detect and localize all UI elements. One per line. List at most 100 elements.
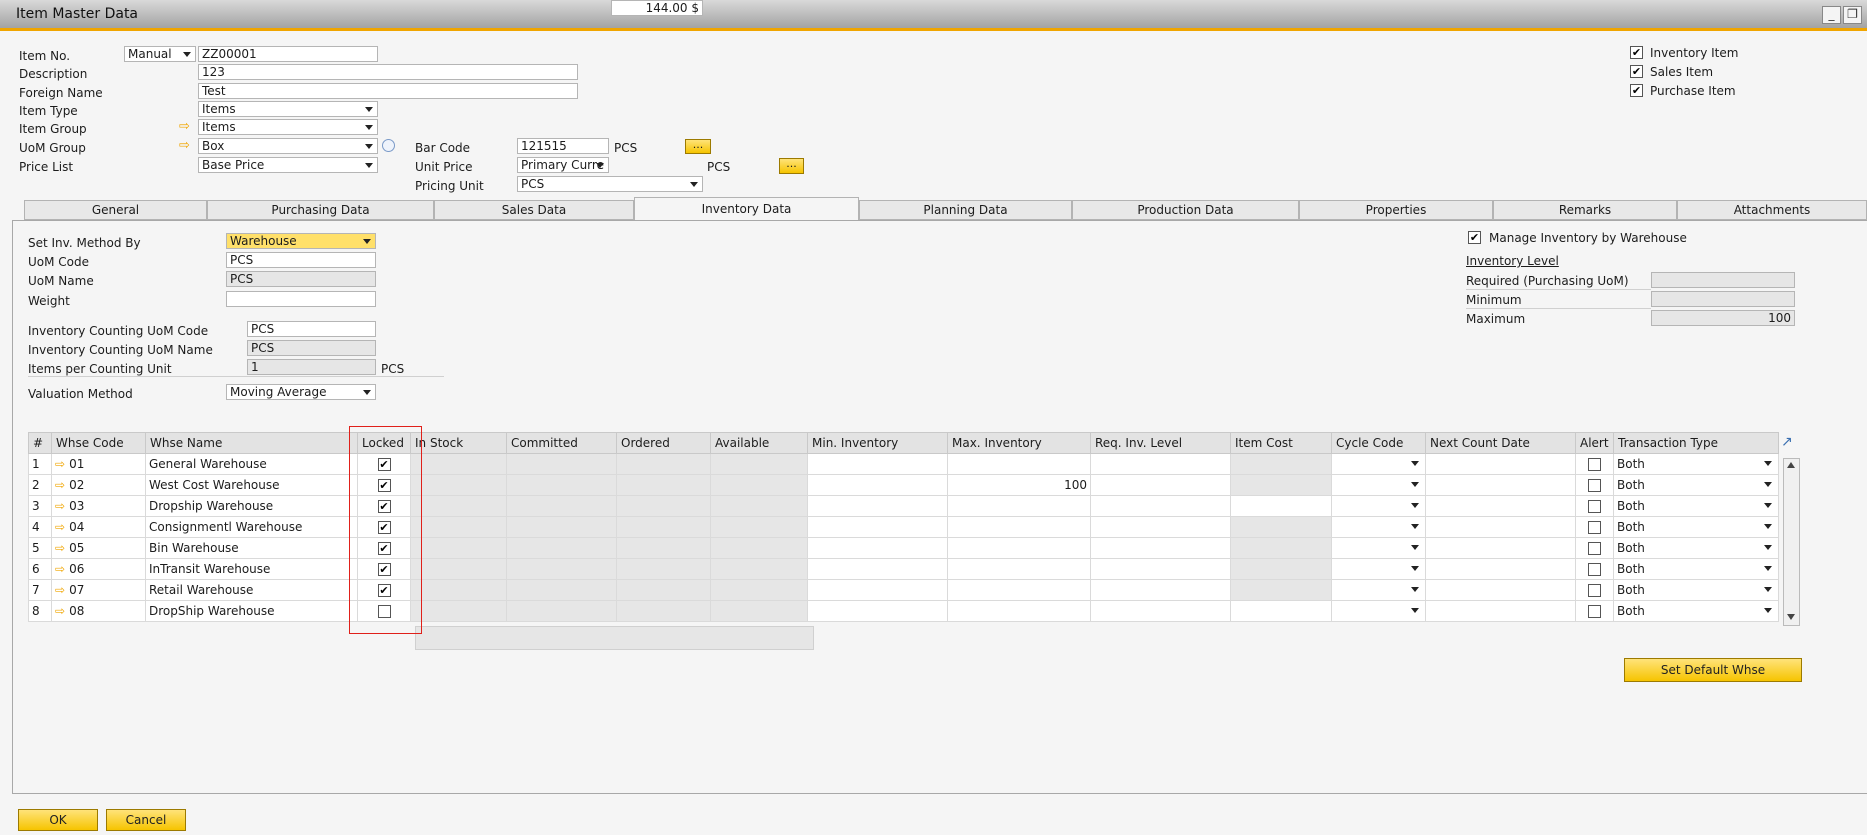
bar-code-ellipsis-button[interactable]: ... bbox=[685, 139, 711, 154]
link-arrow-icon[interactable]: ⇨ bbox=[55, 562, 65, 576]
valuation-dropdown[interactable]: Moving Average bbox=[226, 384, 376, 400]
alert-checkbox[interactable] bbox=[1588, 583, 1601, 597]
next-count-date-cell[interactable] bbox=[1425, 495, 1576, 517]
col-header-req-inv-level[interactable]: Req. Inv. Level bbox=[1090, 432, 1231, 454]
col-header-next-count-date[interactable]: Next Count Date bbox=[1425, 432, 1576, 454]
bar-code-field[interactable]: 121515 bbox=[517, 138, 609, 154]
cycle-code-dropdown[interactable] bbox=[1331, 600, 1426, 622]
set-method-dropdown[interactable]: Warehouse bbox=[226, 233, 376, 249]
alert-checkbox[interactable] bbox=[1588, 520, 1601, 534]
col-header-whse-name[interactable]: Whse Name bbox=[145, 432, 358, 454]
col-header-committed[interactable]: Committed bbox=[506, 432, 617, 454]
alert-cell[interactable] bbox=[1575, 474, 1614, 496]
col-header-ordered[interactable]: Ordered bbox=[616, 432, 711, 454]
pricing-unit-dropdown[interactable]: PCS bbox=[517, 176, 703, 192]
whse-code-cell[interactable]: ⇨ 02 bbox=[51, 474, 146, 496]
col-header-item-cost[interactable]: Item Cost bbox=[1230, 432, 1332, 454]
max-inventory-cell[interactable] bbox=[947, 495, 1091, 517]
weight-field[interactable] bbox=[226, 291, 376, 307]
scroll-down-icon[interactable] bbox=[1787, 614, 1795, 620]
link-arrow-icon[interactable]: ⇨ bbox=[55, 583, 65, 597]
req-inv-level-cell[interactable] bbox=[1090, 516, 1231, 538]
item-no-series-dropdown[interactable]: Manual bbox=[124, 46, 196, 62]
unit-price-ellipsis-button[interactable]: ... bbox=[779, 158, 804, 174]
transaction-type-dropdown[interactable]: Both bbox=[1613, 579, 1779, 601]
col-header-min-inventory[interactable]: Min. Inventory bbox=[807, 432, 948, 454]
sales-item-checkbox[interactable]: ✔ bbox=[1630, 65, 1643, 78]
whse-name-cell[interactable]: Consignmentl Warehouse bbox=[145, 516, 358, 538]
cycle-code-dropdown[interactable] bbox=[1331, 537, 1426, 559]
tab-attachments[interactable]: Attachments bbox=[1677, 200, 1867, 220]
tab-remarks[interactable]: Remarks bbox=[1493, 200, 1677, 220]
link-arrow-icon[interactable]: ⇨ bbox=[179, 139, 190, 153]
alert-checkbox[interactable] bbox=[1588, 457, 1601, 471]
min-inventory-cell[interactable] bbox=[807, 579, 948, 601]
cycle-code-dropdown[interactable] bbox=[1331, 495, 1426, 517]
link-arrow-icon[interactable]: ⇨ bbox=[179, 120, 190, 134]
req-inv-level-cell[interactable] bbox=[1090, 558, 1231, 580]
item-cost-cell[interactable] bbox=[1230, 600, 1332, 622]
purchase-item-checkbox[interactable]: ✔ bbox=[1630, 84, 1643, 97]
whse-name-cell[interactable]: InTransit Warehouse bbox=[145, 558, 358, 580]
col-header-in-stock[interactable]: In Stock bbox=[410, 432, 507, 454]
tab-properties[interactable]: Properties bbox=[1299, 200, 1493, 220]
alert-cell[interactable] bbox=[1575, 453, 1614, 475]
cycle-code-dropdown[interactable] bbox=[1331, 558, 1426, 580]
table-row[interactable]: 5 ⇨ 05 Bin Warehouse ✔ Both bbox=[28, 537, 1779, 559]
min-inventory-cell[interactable] bbox=[807, 516, 948, 538]
max-inventory-cell[interactable] bbox=[947, 600, 1091, 622]
transaction-type-dropdown[interactable]: Both bbox=[1613, 453, 1779, 475]
expand-icon[interactable]: ↗ bbox=[1781, 434, 1793, 450]
transaction-type-dropdown[interactable]: Both bbox=[1613, 474, 1779, 496]
whse-name-cell[interactable]: Bin Warehouse bbox=[145, 537, 358, 559]
req-inv-level-cell[interactable] bbox=[1090, 495, 1231, 517]
max-inventory-cell[interactable] bbox=[947, 516, 1091, 538]
transaction-type-dropdown[interactable]: Both bbox=[1613, 558, 1779, 580]
tab-planning-data[interactable]: Planning Data bbox=[859, 200, 1072, 220]
scroll-up-icon[interactable] bbox=[1787, 462, 1795, 468]
cycle-code-dropdown[interactable] bbox=[1331, 453, 1426, 475]
whse-code-cell[interactable]: ⇨ 08 bbox=[51, 600, 146, 622]
link-arrow-icon[interactable]: ⇨ bbox=[55, 499, 65, 513]
min-inventory-cell[interactable] bbox=[807, 600, 948, 622]
next-count-date-cell[interactable] bbox=[1425, 537, 1576, 559]
item-group-dropdown[interactable]: Items bbox=[198, 119, 378, 135]
item-no-field[interactable]: ZZ00001 bbox=[198, 46, 378, 62]
max-inventory-cell[interactable] bbox=[947, 453, 1091, 475]
transaction-type-dropdown[interactable]: Both bbox=[1613, 495, 1779, 517]
cycle-code-dropdown[interactable] bbox=[1331, 474, 1426, 496]
manage-by-whse-checkbox[interactable]: ✔ bbox=[1468, 231, 1481, 244]
count-uom-code-field[interactable]: PCS bbox=[247, 321, 376, 337]
min-inventory-cell[interactable] bbox=[807, 537, 948, 559]
alert-checkbox[interactable] bbox=[1588, 562, 1601, 576]
tab-purchasing-data[interactable]: Purchasing Data bbox=[207, 200, 434, 220]
transaction-type-dropdown[interactable]: Both bbox=[1613, 600, 1779, 622]
whse-code-cell[interactable]: ⇨ 06 bbox=[51, 558, 146, 580]
link-arrow-icon[interactable]: ⇨ bbox=[55, 541, 65, 555]
table-row[interactable]: 4 ⇨ 04 Consignmentl Warehouse ✔ Both bbox=[28, 516, 1779, 538]
link-arrow-icon[interactable]: ⇨ bbox=[55, 604, 65, 618]
tab-sales-data[interactable]: Sales Data bbox=[434, 200, 634, 220]
table-row[interactable]: 8 ⇨ 08 DropShip Warehouse Both bbox=[28, 600, 1779, 622]
tab-inventory-data[interactable]: Inventory Data bbox=[634, 197, 859, 221]
foreign-name-field[interactable]: Test bbox=[198, 83, 578, 99]
req-inv-level-cell[interactable] bbox=[1090, 537, 1231, 559]
req-inv-level-cell[interactable] bbox=[1090, 474, 1231, 496]
next-count-date-cell[interactable] bbox=[1425, 600, 1576, 622]
next-count-date-cell[interactable] bbox=[1425, 579, 1576, 601]
table-row[interactable]: 6 ⇨ 06 InTransit Warehouse ✔ Both bbox=[28, 558, 1779, 580]
restore-button[interactable]: ❐ bbox=[1843, 6, 1862, 24]
req-inv-level-cell[interactable] bbox=[1090, 453, 1231, 475]
price-list-dropdown[interactable]: Base Price bbox=[198, 157, 378, 173]
alert-checkbox[interactable] bbox=[1588, 478, 1601, 492]
set-default-whse-button[interactable]: Set Default Whse bbox=[1624, 658, 1802, 682]
unit-price-field[interactable]: 144.00 $ bbox=[611, 0, 703, 16]
list-icon[interactable] bbox=[382, 139, 395, 152]
link-arrow-icon[interactable]: ⇨ bbox=[55, 457, 65, 471]
link-arrow-icon[interactable]: ⇨ bbox=[55, 520, 65, 534]
whse-code-cell[interactable]: ⇨ 01 bbox=[51, 453, 146, 475]
col-header-max-inventory[interactable]: Max. Inventory bbox=[947, 432, 1091, 454]
description-field[interactable]: 123 bbox=[198, 64, 578, 80]
min-inventory-cell[interactable] bbox=[807, 495, 948, 517]
whse-code-cell[interactable]: ⇨ 03 bbox=[51, 495, 146, 517]
